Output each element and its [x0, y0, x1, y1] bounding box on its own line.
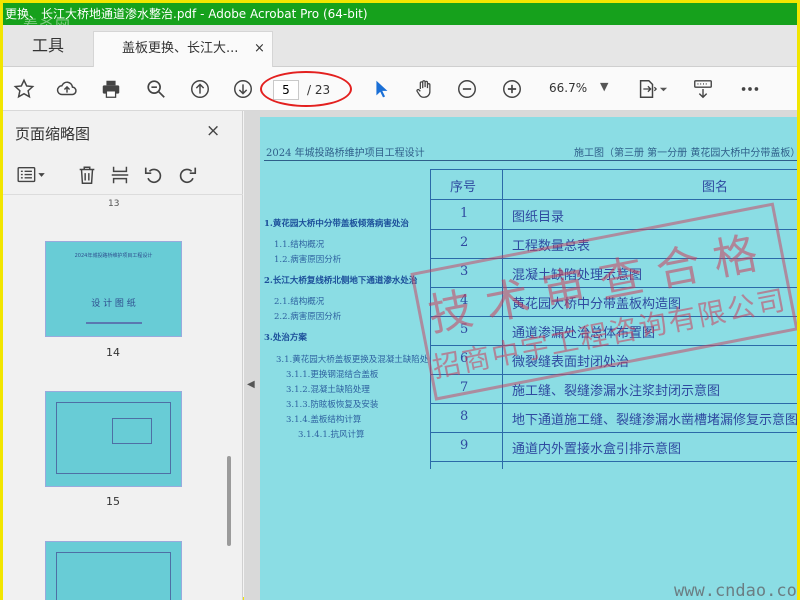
toc-item: 1.黄花园大桥中分带盖板倾落病害处治	[264, 219, 409, 229]
toc-item: 1.1.结构概况	[274, 240, 325, 250]
tab-tools[interactable]: 工具	[3, 25, 93, 67]
rotate-right-icon[interactable]	[173, 161, 201, 189]
tab-close-icon[interactable]: ×	[254, 32, 265, 66]
toc-item: 3.1.4.1.抗风计算	[298, 430, 365, 440]
delete-page-icon[interactable]	[73, 161, 101, 189]
zoom-out-icon[interactable]	[453, 75, 481, 103]
page-header-left: 2024 年城投路桥维护项目工程设计	[266, 148, 425, 159]
table-rule	[430, 169, 797, 170]
bookmark-star-icon[interactable]	[10, 75, 38, 103]
thumbnail-label: 14	[106, 346, 120, 359]
tab-bar: 工具 盖板更换、长江大... ×	[3, 25, 797, 67]
thumbnail-text-line	[86, 322, 142, 324]
toc-item: 2.长江大桥复线桥北侧地下通道渗水处治	[264, 276, 418, 286]
table-header-no: 序号	[450, 180, 477, 195]
table-header-name: 图名	[702, 180, 729, 195]
thumbnail-drawing-detail	[112, 418, 152, 444]
select-arrow-icon[interactable]	[367, 75, 395, 103]
thumbnail-page-14[interactable]: 2024年城投路桥维护项目工程设计 设 计 图 纸	[45, 241, 182, 337]
main-toolbar: / 23 66.7% ▼	[3, 67, 797, 111]
thumbnail-drawing-frame	[56, 552, 171, 600]
window-title-bar: 更换、长江大桥地通道渗水整治.pdf - Adobe Acrobat Pro (…	[3, 3, 797, 25]
tab-document[interactable]: 盖板更换、长江大... ×	[93, 31, 273, 67]
thumbnail-options-icon[interactable]	[11, 161, 51, 189]
document-view[interactable]: ◀ 2024 年城投路桥维护项目工程设计 施工图（第三册 第一分册 黄花园大桥中…	[244, 111, 797, 600]
panel-title: 页面缩略图	[15, 125, 91, 143]
thumbnail-list[interactable]: 13 2024年城投路桥维护项目工程设计 设 计 图 纸 14 15	[3, 195, 235, 600]
toc-item: 1.2.病害原因分析	[274, 255, 342, 265]
toc-item: 3.处治方案	[264, 333, 307, 343]
thumbnail-heading: 2024年城投路桥维护项目工程设计	[74, 253, 153, 259]
zoom-in-icon[interactable]	[498, 75, 526, 103]
keyboard-scroll-icon[interactable]	[689, 75, 717, 103]
rotate-left-icon[interactable]	[140, 161, 168, 189]
page-fit-dropdown-icon[interactable]	[656, 75, 670, 103]
zoom-search-icon[interactable]	[142, 75, 170, 103]
table-cell-no: 1	[460, 206, 469, 221]
table-cell-name: 图纸目录	[512, 210, 565, 225]
page-header-right: 施工图（第三册 第一分册 黄花园大桥中分带盖板）	[574, 148, 797, 159]
panel-close-icon[interactable]: ×	[206, 121, 220, 141]
zoom-level[interactable]: 66.7%	[549, 81, 587, 95]
toc-item: 3.1.4.盖板结构计算	[286, 415, 362, 425]
cloud-upload-icon[interactable]	[53, 75, 81, 103]
annotation-oval	[260, 71, 352, 107]
hand-tool-icon[interactable]	[410, 75, 438, 103]
header-rule	[264, 160, 797, 161]
toc-item: 3.1.1.更换钢混结合盖板	[286, 370, 379, 380]
toc-item: 3.1.黄花园大桥盖板更换及混凝土缺陷处	[276, 355, 429, 365]
toc-item: 2.2.病害原因分析	[274, 312, 342, 322]
document-page: 2024 年城投路桥维护项目工程设计 施工图（第三册 第一分册 黄花园大桥中分带…	[260, 117, 797, 600]
panel-toolbar	[3, 155, 243, 195]
thumbnail-page-15[interactable]	[45, 391, 182, 487]
extract-page-icon[interactable]	[106, 161, 134, 189]
thumbnail-subtitle: 设 计 图 纸	[91, 299, 136, 309]
thumbnail-label: 15	[106, 495, 120, 508]
previous-page-icon[interactable]	[186, 75, 214, 103]
thumbnail-label-partial: 13	[108, 199, 120, 209]
toc-item: 3.1.3.防眩板恢复及安装	[286, 400, 379, 410]
next-page-icon[interactable]	[229, 75, 257, 103]
tab-document-label: 盖板更换、长江大...	[122, 41, 239, 56]
page-watermark: www.cndao.com	[674, 581, 797, 600]
collapse-panel-icon[interactable]: ◀	[247, 379, 255, 390]
zoom-dropdown-icon[interactable]: ▼	[600, 80, 608, 93]
table-rule	[430, 199, 797, 200]
toc-item: 3.1.2.混凝土缺陷处理	[286, 385, 370, 395]
toc-item: 2.1.结构概况	[274, 297, 325, 307]
thumbnail-scrollbar[interactable]	[227, 456, 231, 546]
thumbnail-page-16[interactable]	[45, 541, 182, 600]
table-cell-no: 2	[460, 235, 469, 250]
more-options-icon[interactable]	[736, 75, 764, 103]
print-icon[interactable]	[97, 75, 125, 103]
thumbnail-panel: 页面缩略图 × 13 2024年城投路桥维护项目工程设计 设 计 图 纸 14	[3, 111, 243, 600]
